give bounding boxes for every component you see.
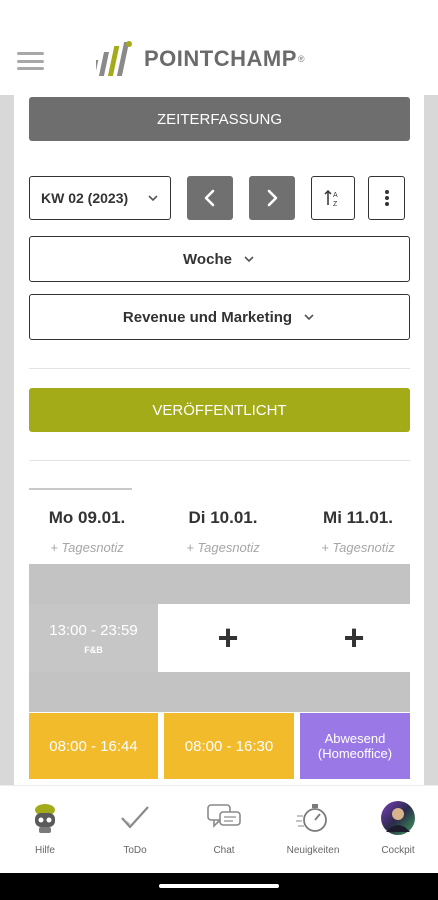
nav-label: Hilfe [34,845,55,856]
plus-icon: + [343,617,365,658]
next-week-button[interactable] [249,176,295,220]
absence-label: Abwesend [324,731,386,746]
sort-icon: A Z [324,189,338,208]
group-header-band [29,564,410,604]
svg-text:Z: Z [333,201,338,208]
shift-tag: F&B [84,644,103,655]
absence-reason: (Homeoffice) [317,746,393,761]
day-note-link[interactable]: + Tagesnotiz [29,540,145,558]
week-value: KW 02 (2023) [41,190,129,206]
previous-week-button[interactable] [187,176,233,220]
day-header-mo: Mo 09.01. [48,508,126,527]
panel-border-left [0,95,14,785]
panel-border-right [424,95,438,785]
chevron-down-icon [148,195,158,202]
divider [29,368,410,369]
period-select[interactable]: Woche [29,236,410,282]
tab-indicator [29,488,132,490]
plus-icon: + [217,617,239,658]
day-header-mi: Mi 11.01. [323,508,393,527]
chevron-right-icon [267,189,278,207]
chevron-left-icon [204,189,215,207]
day-header-di: Di 10.01. [188,508,258,527]
published-button[interactable]: VERÖFFENTLICHT [29,388,410,432]
stopwatch-icon [295,800,331,836]
add-shift-cell[interactable]: + [298,604,410,672]
nav-label: Neuigkeiten [286,845,340,856]
brand-name: POINTCHAMP [144,46,297,71]
checkmark-icon [117,800,153,836]
hamburger-icon[interactable] [17,52,44,70]
add-shift-cell[interactable]: + [161,604,295,672]
nav-item-hilfe[interactable]: Hilfe [5,800,85,860]
sort-button[interactable]: A Z [311,176,355,220]
nav-label: ToDo [123,845,147,856]
shift-card[interactable]: 08:00 - 16:30 [164,713,294,779]
absence-card[interactable]: Abwesend (Homeoffice) [300,713,410,779]
nav-item-todo[interactable]: ToDo [95,800,175,860]
department-select[interactable]: Revenue und Marketing [29,294,410,340]
chat-bubbles-icon [206,800,242,836]
home-indicator[interactable] [159,884,279,888]
chevron-down-icon [244,256,254,263]
published-label: VERÖFFENTLICHT [152,401,287,419]
zeiterfassung-button[interactable]: ZEITERFASSUNG [29,97,410,141]
department-value: Revenue und Marketing [122,308,293,326]
nav-item-cockpit[interactable]: Cockpit [358,800,438,860]
shift-card[interactable]: 13:00 - 23:59 F&B [29,604,158,672]
shift-card[interactable]: 08:00 - 16:44 [29,713,158,779]
pointchamp-logo-icon [96,41,132,76]
avatar-icon [380,800,416,836]
day-note-link[interactable]: + Tagesnotiz [164,540,282,558]
brand-logo: POINTCHAMP ® [96,38,305,80]
robot-help-icon [27,800,63,836]
period-value: Woche [183,250,232,268]
chevron-down-icon [304,314,314,321]
divider [29,460,410,461]
more-options-button[interactable] [368,176,405,220]
brand-registered: ® [297,54,305,64]
group-header-band [29,672,410,712]
shift-time: 13:00 - 23:59 [49,621,138,639]
nav-label: Chat [213,845,235,856]
nav-label: Cockpit [381,845,415,856]
week-select[interactable]: KW 02 (2023) [29,176,171,220]
svg-text:A: A [333,192,338,199]
shift-time: 08:00 - 16:30 [184,737,274,755]
zeiterfassung-label: ZEITERFASSUNG [156,110,283,128]
day-note-link[interactable]: + Tagesnotiz [300,540,416,558]
nav-item-neuigkeiten[interactable]: Neuigkeiten [273,800,353,860]
more-vertical-icon [384,190,389,206]
nav-item-chat[interactable]: Chat [184,800,264,860]
shift-time: 08:00 - 16:44 [49,737,138,755]
